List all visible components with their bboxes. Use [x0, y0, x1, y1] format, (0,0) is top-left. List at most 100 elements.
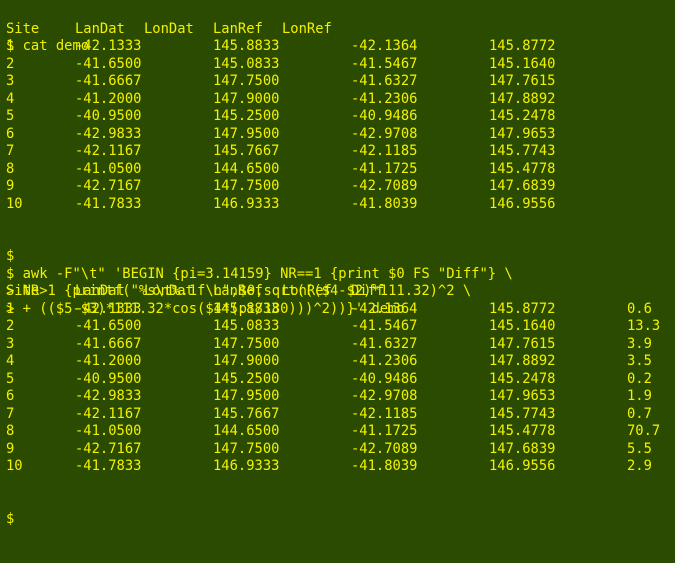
table-row: 8 -41.0500 144.6500 -41.1725 145.4778 [6, 161, 675, 179]
table-cell: 145.2500 [213, 108, 280, 124]
table-cell: 4 [6, 90, 15, 107]
table-cell: 147.9000 [213, 353, 280, 369]
table-cell: 145.2478 [489, 370, 556, 387]
table-cell: 145.2478 [489, 108, 556, 124]
table-cell: 146.9556 [489, 195, 556, 212]
column-header: Site [6, 283, 40, 299]
table-cell: 146.9333 [213, 458, 280, 474]
column-header: LonDat [144, 20, 194, 37]
table-cell: -41.0500 [75, 423, 142, 439]
table-cell: -42.9708 [351, 125, 418, 142]
column-header: LonRef [282, 283, 332, 299]
table-cell: -41.7833 [75, 195, 142, 212]
table-cell: 145.7743 [489, 143, 556, 159]
table-cell: 145.0833 [213, 318, 280, 334]
table-cell: 147.9653 [489, 388, 556, 404]
table-cell: -41.6667 [75, 73, 142, 89]
table-cell: -41.8039 [351, 195, 418, 212]
table-cell: -42.1185 [351, 405, 418, 422]
table-cell: 147.7500 [213, 440, 280, 457]
column-header: LanDat [75, 283, 125, 299]
table-cell: -41.2306 [351, 90, 418, 107]
table-cell: 146.9556 [489, 458, 556, 474]
table-cell: 4 [6, 353, 15, 369]
table-cell: -41.2000 [75, 353, 142, 369]
table-cell: 8 [6, 160, 15, 177]
table-cell: 13.3 [627, 318, 661, 334]
table-cell: 147.7500 [213, 73, 280, 89]
table-header-row: Site LanDat LonDat LanRef LonRef [6, 21, 675, 39]
table-cell: 147.7500 [213, 335, 280, 352]
table-cell: -42.1364 [351, 300, 418, 317]
table-cell: 144.6500 [213, 423, 280, 439]
table-cell: 3.5 [627, 353, 652, 369]
table-row: 5 -40.9500 145.2500 -40.9486 145.2478 0.2 [6, 371, 675, 389]
table-cell: 10 [6, 458, 23, 474]
table-row: 7 -42.1167 145.7667 -42.1185 145.7743 0.7 [6, 406, 675, 424]
table-cell: 146.9333 [213, 195, 280, 212]
prompt-line: $ [6, 476, 675, 527]
table-cell: 5 [6, 370, 15, 387]
table-row: 1 -42.1333 145.8833 -42.1364 145.8772 0.6 [6, 301, 675, 319]
table-cell: -42.9708 [351, 388, 418, 404]
table-row: 5 -40.9500 145.2500 -40.9486 145.2478 [6, 108, 675, 126]
table-cell: 1 [6, 300, 15, 317]
prompt-symbol: $ [6, 510, 15, 527]
table-cell: 147.8892 [489, 353, 556, 369]
table-cell: 10 [6, 195, 23, 212]
terminal-window[interactable]: $ cat demo Site LanDat LonDat LanRef LonRef 1… [0, 0, 675, 527]
table-cell: 145.8772 [489, 38, 556, 54]
table-cell: -42.1364 [351, 38, 418, 54]
command-line: $ awk -F"\t" 'BEGIN {pi=3.14159} NR==1 {… [6, 231, 675, 282]
table-cell: 144.6500 [213, 160, 280, 177]
table-cell: -42.1333 [75, 38, 142, 54]
table-cell: 145.2500 [213, 370, 280, 387]
table-cell: -42.1333 [75, 300, 142, 317]
table-row: 10 -41.7833 146.9333 -41.8039 146.9556 2.9 [6, 458, 675, 476]
table-cell: 145.1640 [489, 318, 556, 334]
table-header-row: Site LanDat LonDat LanRef LonRef Diff [6, 283, 675, 301]
table-cell: -41.0500 [75, 160, 142, 177]
table-cell: -41.7833 [75, 458, 142, 474]
table-row: 9 -42.7167 147.7500 -42.7089 147.6839 5.5 [6, 441, 675, 459]
table-cell: -40.9486 [351, 370, 418, 387]
table-cell: 6 [6, 125, 15, 142]
table-cell: -40.9486 [351, 108, 418, 124]
table-cell: 6 [6, 388, 15, 404]
table-row: 6 -42.9833 147.9500 -42.9708 147.9653 1.9 [6, 388, 675, 406]
table-cell: 145.4778 [489, 160, 556, 177]
table-cell: 9 [6, 178, 15, 194]
table-cell: -42.1167 [75, 405, 142, 422]
table-cell: -42.7167 [75, 440, 142, 457]
table-row: 7 -42.1167 145.7667 -42.1185 145.7743 [6, 143, 675, 161]
table-cell: 145.8833 [213, 38, 280, 54]
table-row: 4 -41.2000 147.9000 -41.2306 147.8892 [6, 91, 675, 109]
output-table-with-diff: Site LanDat LonDat LanRef LonRef Diff 1 -42.133… [6, 283, 675, 476]
table-row: 2 -41.6500 145.0833 -41.5467 145.1640 [6, 56, 675, 74]
table-cell: 145.7743 [489, 405, 556, 422]
column-header: LonDat [144, 283, 194, 299]
table-row: 1 -42.1333 145.8833 -42.1364 145.8772 [6, 38, 675, 56]
table-cell: 7 [6, 405, 15, 422]
column-header: Diff [351, 283, 385, 299]
command-continuation-line: > + (($5-$3)*111.32*cos($4*(pi/180)))^2)… [6, 266, 675, 317]
table-cell: 147.9500 [213, 388, 280, 404]
column-header: LanDat [75, 20, 125, 37]
column-header: LanRef [213, 20, 263, 37]
table-cell: -42.7089 [351, 440, 418, 457]
table-cell: 145.0833 [213, 55, 280, 72]
table-cell: 3 [6, 73, 15, 89]
table-cell: -42.7167 [75, 178, 142, 194]
table-cell: -42.9833 [75, 125, 142, 142]
table-cell: 8 [6, 423, 15, 439]
table-row: 4 -41.2000 147.9000 -41.2306 147.8892 3.5 [6, 353, 675, 371]
table-cell: 147.7615 [489, 73, 556, 89]
output-table-original: Site LanDat LonDat LanRef LonRef 1 -42.1333 145… [6, 21, 675, 214]
table-cell: -41.5467 [351, 318, 418, 334]
table-cell: 145.1640 [489, 55, 556, 72]
table-row: 6 -42.9833 147.9500 -42.9708 147.9653 [6, 126, 675, 144]
table-cell: 147.7500 [213, 178, 280, 194]
table-cell: -41.6500 [75, 318, 142, 334]
table-cell: 2.9 [627, 458, 652, 474]
table-cell: -42.9833 [75, 388, 142, 404]
